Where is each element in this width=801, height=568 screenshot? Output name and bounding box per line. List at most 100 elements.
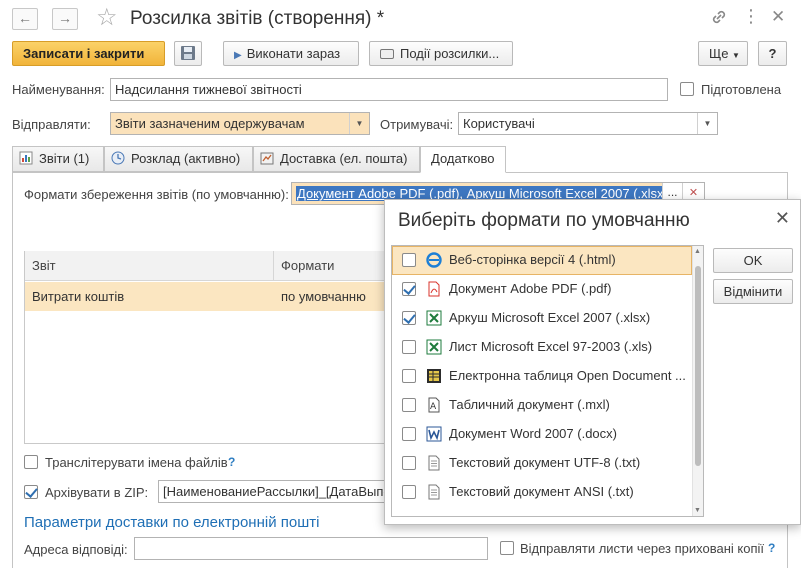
- dialog-title: Виберіть формати по умовчанню: [398, 210, 690, 231]
- tab-reports[interactable]: Звіти (1): [12, 146, 104, 172]
- back-button[interactable]: ←: [12, 8, 38, 30]
- list-item[interactable]: Аркуш Microsoft Excel 2007 (.xlsx): [392, 304, 692, 333]
- chevron-down-icon: ▼: [732, 51, 740, 60]
- ok-button[interactable]: OK: [713, 248, 793, 273]
- transliterate-label: Транслітерувати імена файлів: [45, 455, 228, 470]
- hidden-copies-checkbox[interactable]: [500, 541, 514, 555]
- word-icon: [426, 426, 442, 442]
- format-checkbox[interactable]: [402, 485, 416, 499]
- save-button[interactable]: [174, 41, 202, 66]
- more-menu-icon[interactable]: ⋮: [742, 6, 760, 27]
- reply-address-field[interactable]: [134, 537, 488, 560]
- tab-additional-label: Додатково: [431, 151, 495, 166]
- format-label: Аркуш Microsoft Excel 2007 (.xlsx): [449, 310, 651, 325]
- list-item[interactable]: Текстовий документ ANSI (.txt): [392, 478, 692, 507]
- format-checkbox[interactable]: [402, 282, 416, 296]
- table-cell-formats: по умовчанню: [281, 289, 366, 304]
- tab-delivery-label: Доставка (ел. пошта): [280, 151, 408, 166]
- floppy-disk-icon: [181, 46, 195, 60]
- more-button[interactable]: Ще ▼: [698, 41, 748, 66]
- format-checkbox[interactable]: [402, 369, 416, 383]
- prepared-checkbox[interactable]: [680, 82, 694, 96]
- select-formats-dialog: Виберіть формати по умовчанню ✕ Веб-стор…: [384, 199, 801, 525]
- text-file-icon: [428, 484, 440, 500]
- reply-address-label: Адреса відповіді:: [24, 542, 128, 557]
- more-label: Ще: [709, 46, 729, 61]
- close-icon[interactable]: ✕: [775, 208, 790, 229]
- tab-reports-label: Звіти (1): [39, 151, 90, 166]
- scroll-up-icon[interactable]: ▲: [694, 248, 701, 255]
- help-button[interactable]: ?: [758, 41, 787, 66]
- mxl-icon: A: [428, 397, 440, 413]
- tab-additional[interactable]: Додатково: [420, 146, 506, 173]
- tab-schedule-label: Розклад (активно): [131, 151, 241, 166]
- format-checkbox[interactable]: [402, 456, 416, 470]
- archive-name-field[interactable]: [НаименованиеРассылки]_[ДатаВыполнения]: [158, 480, 392, 503]
- web-page-icon: [426, 252, 442, 268]
- recipients-value: Користувачі: [463, 116, 535, 131]
- column-header-formats[interactable]: Формати: [274, 251, 391, 281]
- recipients-select[interactable]: Користувачі ▼: [458, 112, 718, 135]
- run-icon: ▶︎: [234, 50, 242, 61]
- list-item[interactable]: Документ Word 2007 (.docx): [392, 420, 692, 449]
- clock-icon: [111, 151, 125, 165]
- excel-icon: [426, 339, 442, 355]
- list-item[interactable]: A Табличний документ (.mxl): [392, 391, 692, 420]
- format-label: Текстовий документ ANSI (.txt): [449, 484, 634, 499]
- column-header-report[interactable]: Звіт: [25, 251, 274, 281]
- archive-zip-checkbox[interactable]: [24, 485, 38, 499]
- chevron-down-icon[interactable]: ▼: [697, 113, 717, 134]
- format-label: Табличний документ (.mxl): [449, 397, 610, 412]
- table-row[interactable]: Витрати коштів по умовчанню: [25, 282, 391, 311]
- send-mode-select[interactable]: Звіти зазначеним одержувачам ▼: [110, 112, 370, 135]
- email-delivery-params-heading: Параметри доставки по електронній пошті: [24, 514, 320, 531]
- archive-zip-label: Архівувати в ZIP:: [45, 485, 149, 500]
- chevron-down-icon[interactable]: ▼: [349, 113, 369, 134]
- send-mode-value: Звіти зазначеним одержувачам: [115, 116, 305, 131]
- scrollbar-thumb[interactable]: [695, 266, 701, 466]
- tab-schedule[interactable]: Розклад (активно): [104, 146, 253, 172]
- scroll-down-icon[interactable]: ▼: [694, 507, 701, 514]
- format-label: Лист Microsoft Excel 97-2003 (.xls): [449, 339, 653, 354]
- run-now-label: Виконати зараз: [246, 46, 341, 61]
- close-icon[interactable]: ✕: [771, 7, 785, 27]
- format-checkbox[interactable]: [402, 311, 416, 325]
- link-icon[interactable]: [710, 8, 728, 31]
- list-item[interactable]: Лист Microsoft Excel 97-2003 (.xls): [392, 333, 692, 362]
- list-item[interactable]: Текстовий документ UTF-8 (.txt): [392, 449, 692, 478]
- formats-label: Формати збереження звітів (по умовчанню)…: [24, 187, 289, 202]
- name-label: Найменування:: [12, 82, 105, 97]
- format-checkbox[interactable]: [402, 340, 416, 354]
- list-scrollbar[interactable]: ▲ ▼: [692, 246, 703, 516]
- name-field[interactable]: Надсилання тижневої звітності: [110, 78, 668, 101]
- favorite-star-icon[interactable]: ☆: [96, 3, 118, 32]
- format-label: Документ Word 2007 (.docx): [449, 426, 617, 441]
- text-file-icon: [428, 455, 440, 471]
- format-label: Електронна таблиця Open Document ...: [449, 368, 686, 383]
- delivery-icon: [260, 152, 274, 165]
- transliterate-checkbox[interactable]: [24, 455, 38, 469]
- mailing-events-button[interactable]: Події розсилки...: [369, 41, 513, 66]
- report-icon: [19, 151, 33, 165]
- format-label: Веб-сторінка версії 4 (.html): [449, 252, 616, 267]
- list-item[interactable]: Електронна таблиця Open Document ...: [392, 362, 692, 391]
- forward-button[interactable]: →: [52, 8, 78, 30]
- format-checkbox[interactable]: [402, 427, 416, 441]
- ods-icon: [427, 369, 441, 383]
- svg-text:A: A: [430, 402, 437, 412]
- format-checkbox[interactable]: [402, 253, 416, 267]
- cancel-button[interactable]: Відмінити: [713, 279, 793, 304]
- format-label: Текстовий документ UTF-8 (.txt): [449, 455, 641, 470]
- table-cell-report: Витрати коштів: [32, 289, 125, 304]
- excel-icon: [426, 310, 442, 326]
- format-checkbox[interactable]: [402, 398, 416, 412]
- format-label: Документ Adobe PDF (.pdf): [449, 281, 612, 296]
- tab-delivery[interactable]: Доставка (ел. пошта): [253, 146, 420, 172]
- list-item[interactable]: Веб-сторінка версії 4 (.html): [392, 246, 692, 275]
- hidden-copies-help-icon[interactable]: ?: [768, 541, 775, 555]
- save-and-close-button[interactable]: Записати і закрити: [12, 41, 165, 66]
- transliterate-help-icon[interactable]: ?: [228, 455, 235, 469]
- list-item[interactable]: Документ Adobe PDF (.pdf): [392, 275, 692, 304]
- run-now-button[interactable]: ▶︎ Виконати зараз: [223, 41, 359, 66]
- prepared-label: Підготовлена: [701, 82, 782, 97]
